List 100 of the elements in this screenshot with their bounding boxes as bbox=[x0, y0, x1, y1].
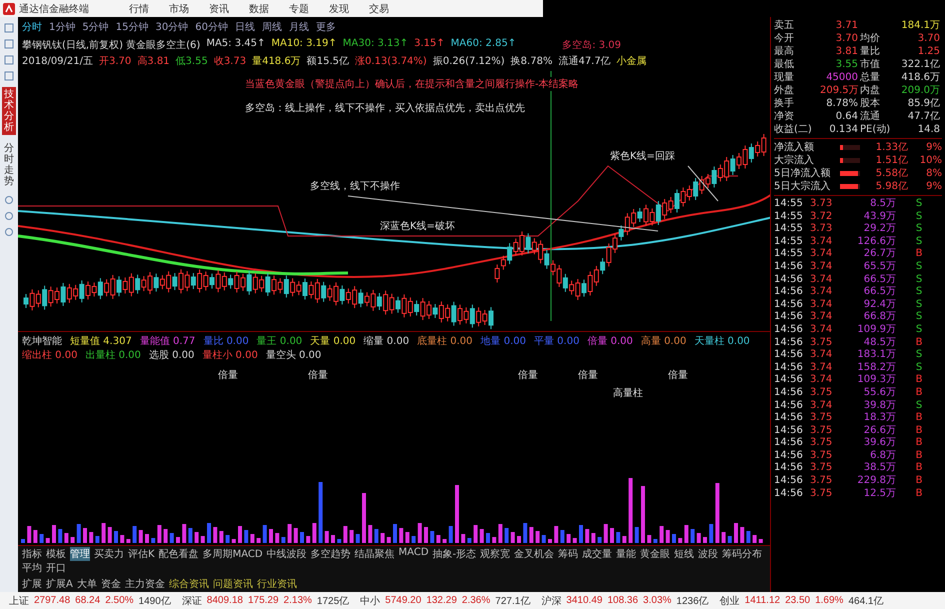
indicator-tab[interactable]: 平均 bbox=[22, 561, 42, 575]
indicator-tab[interactable]: 筹码分布 bbox=[722, 547, 762, 561]
quote-label: 市值 bbox=[860, 58, 881, 71]
ma-value: MA30: 3.13↑ bbox=[342, 38, 408, 51]
indicator-tab[interactable]: 多空趋势 bbox=[310, 547, 351, 561]
tick-time: 14:55 bbox=[774, 198, 804, 211]
tick-volume: 39.6万 bbox=[862, 437, 896, 450]
tick-side: S bbox=[914, 311, 924, 324]
panel-tab[interactable]: 综合资讯 bbox=[168, 577, 209, 591]
period-tab[interactable]: 月线 bbox=[288, 20, 309, 34]
sidebar-tab[interactable]: 分时走势 bbox=[2, 141, 16, 189]
indicator-tab[interactable]: 量能 bbox=[616, 547, 636, 561]
indicator-value: 倍量 0.00 bbox=[587, 334, 633, 348]
indicator-tab[interactable]: 中线波段 bbox=[266, 547, 307, 561]
period-tab[interactable]: 15分钟 bbox=[116, 20, 148, 34]
quote-label: 换手 bbox=[774, 97, 795, 110]
period-tab[interactable]: 30分钟 bbox=[155, 20, 188, 34]
menu-item[interactable]: 资讯 bbox=[209, 2, 229, 16]
indicator-tab[interactable]: 抽象-形态 bbox=[432, 547, 476, 561]
index-change: 132.29 bbox=[426, 595, 457, 606]
quote-value: 209.0万 bbox=[900, 84, 941, 97]
menu-item[interactable]: 市场 bbox=[169, 2, 189, 16]
indicator-value: 天量柱 0.00 bbox=[694, 334, 750, 348]
index-value: 1411.12 bbox=[744, 595, 780, 606]
indicator-tab[interactable]: 模板 bbox=[46, 547, 66, 561]
tick-volume: 109.3万 bbox=[856, 374, 896, 387]
quote-label: 外盘 bbox=[774, 84, 795, 97]
quote-value: 3.55 bbox=[834, 58, 859, 71]
sidebar-tab[interactable]: 技术分析 bbox=[2, 87, 16, 135]
quote-label: 总量 bbox=[860, 71, 881, 84]
period-tab[interactable]: 5分钟 bbox=[82, 20, 109, 34]
panel-tab[interactable]: 扩展A bbox=[46, 577, 73, 591]
tick-time: 14:56 bbox=[774, 462, 804, 476]
tick-volume: 43.9万 bbox=[862, 210, 896, 224]
index-value: 8409.18 bbox=[206, 595, 243, 606]
panel-tab[interactable]: 问题资讯 bbox=[212, 577, 253, 591]
period-tab[interactable]: 60分钟 bbox=[195, 20, 228, 34]
quote-value: 收3.73 bbox=[214, 55, 246, 68]
indicator-tab[interactable]: 短线 bbox=[674, 547, 694, 561]
indicator-tab[interactable]: MACD bbox=[398, 547, 429, 561]
period-tab[interactable]: 分时 bbox=[22, 20, 42, 34]
indicator-tab[interactable]: 评估K bbox=[128, 547, 155, 561]
indicator-tab[interactable]: 筹码 bbox=[558, 547, 578, 561]
panel-tab[interactable]: 资金 bbox=[100, 577, 121, 591]
flow-value: 1.33亿 bbox=[874, 141, 908, 154]
indicator-tag: 多空岛: 3.09 bbox=[562, 38, 622, 52]
ma-value: MA10: 3.19↑ bbox=[271, 38, 337, 51]
tick-time: 14:56 bbox=[774, 349, 804, 362]
indicator-tab[interactable]: 配色看盘 bbox=[158, 547, 199, 561]
menu-item[interactable]: 专题 bbox=[289, 2, 309, 16]
indicator-tab[interactable]: 开口 bbox=[46, 561, 66, 575]
indicator-tab[interactable]: 金叉机会 bbox=[514, 547, 554, 561]
tick-side: S bbox=[914, 298, 924, 312]
tick-volume: 12.5万 bbox=[862, 488, 896, 500]
period-tab[interactable]: 1分钟 bbox=[49, 20, 76, 34]
tick-time: 14:56 bbox=[774, 274, 804, 286]
period-tab[interactable]: 更多 bbox=[316, 20, 336, 34]
panel-tab[interactable]: 大单 bbox=[76, 577, 97, 591]
tick-volume: 29.2万 bbox=[862, 223, 896, 236]
quote-value: 8.78% bbox=[825, 97, 859, 110]
ma-value: MA5: 3.45↑ bbox=[206, 38, 266, 51]
indicator-tab[interactable]: 管理 bbox=[70, 547, 90, 561]
period-tab[interactable]: 周线 bbox=[262, 20, 282, 34]
quote-label: 量比 bbox=[860, 45, 881, 58]
menu-item[interactable]: 发现 bbox=[329, 2, 349, 16]
indicator-value: 量能值 0.77 bbox=[140, 334, 196, 348]
menu-item[interactable]: 行情 bbox=[129, 2, 149, 16]
panel-tab[interactable]: 主力资金 bbox=[124, 577, 165, 591]
quote-value: 换8.78% bbox=[510, 55, 552, 68]
annotation-text: 当蓝色黄金眼（警提点向上）确认后，在提示和含量之间履行操作-本结案略 bbox=[243, 77, 581, 91]
menu-item[interactable]: 数据 bbox=[249, 2, 269, 16]
panel-tab[interactable]: 扩展 bbox=[22, 577, 42, 591]
flow-percent: 10% bbox=[918, 154, 942, 167]
tick-volume: 48.5万 bbox=[862, 336, 896, 350]
tick-side: S bbox=[914, 274, 924, 286]
period-tab[interactable]: 日线 bbox=[234, 20, 255, 34]
indicator-tab[interactable]: 指标 bbox=[22, 547, 42, 561]
indicator-tab[interactable]: 成交量 bbox=[582, 547, 612, 561]
indicator-tab[interactable]: 黄金眼 bbox=[640, 547, 670, 561]
index-value: 5749.20 bbox=[385, 595, 422, 606]
indicator-tab[interactable]: 结晶聚焦 bbox=[354, 547, 395, 561]
tick-price: 3.75 bbox=[810, 424, 834, 438]
flow-value: 5.58亿 bbox=[874, 167, 908, 180]
indicator-tab[interactable]: 波段 bbox=[698, 547, 718, 561]
panel-tab[interactable]: 行业资讯 bbox=[256, 577, 297, 591]
tick-price: 3.74 bbox=[810, 274, 834, 286]
indicator-tab[interactable]: 观察宽 bbox=[480, 547, 510, 561]
quote-label: 今开 bbox=[774, 32, 795, 45]
indicator-tab[interactable]: 买卖力 bbox=[94, 547, 124, 561]
tick-side: S bbox=[914, 400, 924, 412]
tick-side: S bbox=[914, 198, 924, 211]
tick-side: S bbox=[914, 260, 924, 274]
indicator-tab[interactable]: 多周期MACD bbox=[202, 547, 263, 561]
tick-time: 14:56 bbox=[774, 488, 804, 500]
tick-side: B bbox=[914, 462, 924, 476]
tick-side: S bbox=[914, 362, 924, 374]
indicator-value: 量空头 0.00 bbox=[266, 348, 322, 362]
quote-value: 低3.55 bbox=[176, 55, 208, 68]
menu-item[interactable]: 交易 bbox=[369, 2, 389, 16]
indicator-value: 出量柱 0.00 bbox=[85, 348, 141, 362]
